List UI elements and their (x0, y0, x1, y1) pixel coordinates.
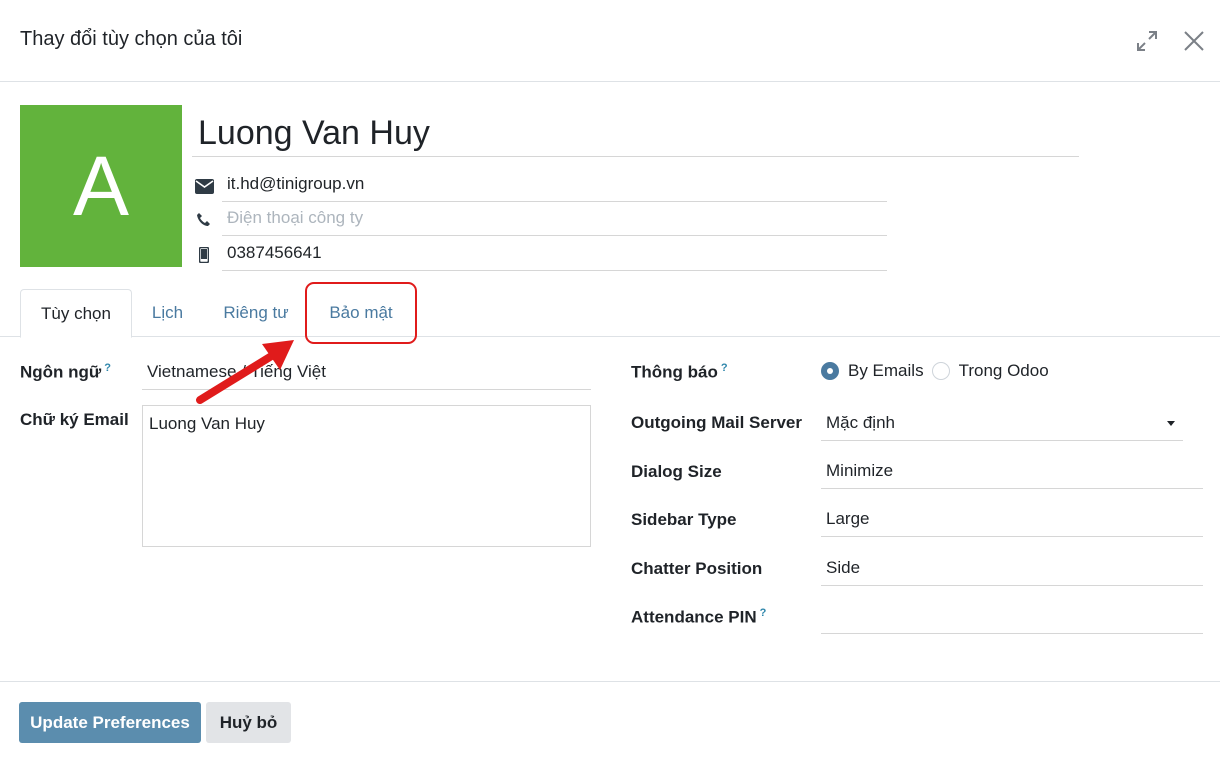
dialog-header: Thay đổi tùy chọn của tôi (0, 0, 1220, 82)
language-field[interactable]: Vietnamese / Tiếng Việt (142, 356, 591, 390)
language-label-text: Ngôn ngữ (20, 362, 102, 382)
chatter-position-field[interactable]: Side (821, 552, 1203, 586)
dialog-footer: Update Preferences Huỷ bỏ (0, 681, 1220, 761)
chevron-down-icon (1167, 421, 1175, 426)
radio-by-emails[interactable]: By Emails (821, 361, 924, 381)
expand-icon[interactable] (1132, 26, 1162, 56)
tab-preferences[interactable]: Tùy chọn (20, 289, 132, 338)
notification-label-text: Thông báo (631, 362, 718, 382)
mail-server-value: Mặc định (826, 413, 895, 432)
mail-server-select[interactable]: Mặc định (821, 407, 1183, 441)
radio-label: Trong Odoo (958, 361, 1049, 380)
avatar-letter: A (72, 138, 130, 233)
radio-in-odoo[interactable]: Trong Odoo (931, 361, 1049, 381)
mobile-icon (192, 245, 216, 265)
signature-textarea[interactable]: Luong Van Huy (142, 405, 591, 547)
avatar[interactable]: A (20, 105, 182, 267)
work-phone-row: Điện thoại công ty (192, 202, 887, 236)
mobile-row: 0387456641 (192, 237, 887, 271)
dialog-size-field[interactable]: Minimize (821, 455, 1203, 489)
help-icon[interactable]: ? (760, 607, 767, 619)
radio-checked-icon (821, 362, 839, 380)
update-preferences-button[interactable]: Update Preferences (19, 702, 201, 743)
name-field[interactable]: Luong Van Huy (192, 110, 1079, 157)
mobile-field[interactable]: 0387456641 (222, 237, 887, 271)
attendance-pin-field[interactable] (821, 600, 1203, 634)
tab-calendar[interactable]: Lịch (140, 289, 195, 337)
dialog-title: Thay đổi tùy chọn của tôi (20, 28, 243, 50)
help-icon[interactable]: ? (104, 362, 111, 374)
work-phone-field[interactable]: Điện thoại công ty (222, 202, 887, 236)
radio-unchecked-icon (931, 362, 950, 380)
envelope-icon (192, 176, 216, 196)
sidebar-type-field[interactable]: Large (821, 503, 1203, 537)
tab-privacy[interactable]: Riêng tư (212, 289, 300, 337)
help-icon[interactable]: ? (721, 362, 728, 374)
tab-bar: Tùy chọn Lịch Riêng tư Bảo mật (0, 289, 1220, 338)
attendance-pin-label: Attendance PIN? (631, 607, 766, 628)
notification-label: Thông báo? (631, 362, 728, 383)
email-field[interactable]: it.hd@tinigroup.vn (222, 168, 887, 202)
signature-label: Chữ ký Email (20, 410, 129, 429)
language-label: Ngôn ngữ? (20, 362, 111, 383)
notification-radio-group: By Emails Trong Odoo (821, 359, 1057, 383)
phone-icon (192, 210, 216, 230)
chatter-position-label: Chatter Position (631, 559, 763, 578)
dialog-size-label: Dialog Size (631, 462, 722, 481)
close-icon[interactable] (1179, 26, 1209, 56)
radio-label: By Emails (848, 361, 924, 380)
email-row: it.hd@tinigroup.vn (192, 168, 887, 202)
tab-security[interactable]: Bảo mật (316, 289, 406, 337)
attendance-pin-label-text: Attendance PIN (631, 607, 757, 627)
mail-server-label: Outgoing Mail Server (631, 413, 802, 432)
cancel-button[interactable]: Huỷ bỏ (206, 702, 291, 743)
sidebar-type-label: Sidebar Type (631, 510, 737, 529)
